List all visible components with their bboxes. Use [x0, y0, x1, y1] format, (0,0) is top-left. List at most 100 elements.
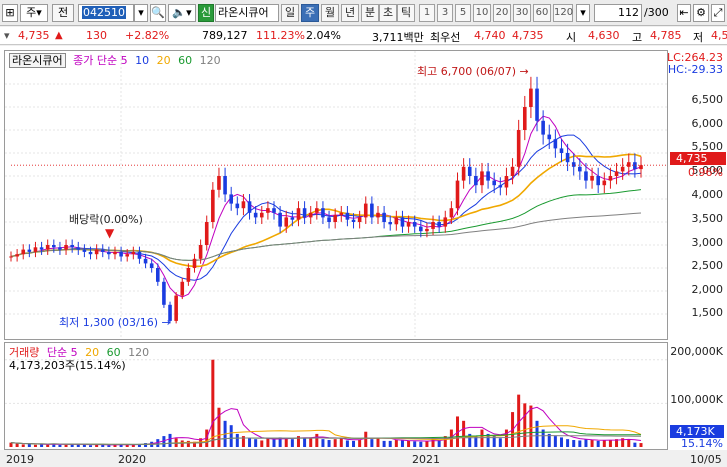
legend-ma20: 20 [156, 54, 171, 67]
credit-badge[interactable]: 신 [198, 4, 214, 22]
candle-body [443, 217, 448, 227]
volume-bar [633, 442, 637, 447]
candle-body [608, 176, 613, 181]
candle-body [357, 217, 362, 222]
period-year-button[interactable]: 년 [341, 4, 359, 22]
candle-body [155, 268, 160, 282]
volume-bar [186, 440, 190, 447]
volume-bar [345, 440, 349, 447]
volume-bar [333, 439, 337, 447]
interval-60-button[interactable]: 60 [533, 4, 551, 22]
candle-body [204, 222, 209, 245]
period-sec-button[interactable]: 초 [379, 4, 397, 22]
price-tick: 2,000 [691, 283, 724, 296]
volume-bar [272, 439, 276, 447]
candle-body [498, 185, 503, 188]
volume-bar [95, 444, 99, 447]
price-chart[interactable] [5, 51, 667, 339]
interval-1-button[interactable]: 1 [419, 4, 435, 22]
interval-10-button[interactable]: 10 [473, 4, 491, 22]
code-input[interactable]: 042510 [78, 4, 134, 22]
fullscreen-icon[interactable]: ⤢ [711, 4, 725, 22]
candle-body [425, 228, 429, 232]
current-volume-pct: 15.14% [681, 437, 723, 450]
interval-3-button[interactable]: 3 [437, 4, 453, 22]
high-value: 4,785 [650, 29, 682, 42]
candle-body [58, 247, 62, 250]
current-price-marker: 4,735 [670, 152, 726, 165]
vol-ma20-line [10, 425, 642, 445]
candle-body [578, 166, 582, 172]
candle-body [412, 222, 417, 227]
volume-bar [504, 429, 508, 447]
volume-bar [358, 440, 362, 447]
candle-body [486, 171, 490, 181]
price-panel[interactable]: 라온시큐어 종가 단순 5 10 20 60 120 최고 6,700 (06/… [4, 50, 668, 340]
interval-20-button[interactable]: 20 [493, 4, 511, 22]
interval-120-button[interactable]: 120 [553, 4, 573, 22]
window-icon[interactable]: ⊞ [2, 4, 18, 22]
period-week-button[interactable]: 주 [301, 4, 319, 22]
price-menu-icon[interactable]: ▾ [4, 29, 10, 42]
period-tick-button[interactable]: 틱 [397, 4, 415, 22]
volume-bar [9, 442, 13, 447]
candle-body [125, 254, 130, 257]
candle-body [45, 245, 50, 250]
candle-body [217, 176, 221, 190]
volume-bar [168, 433, 172, 447]
volume-bar [388, 440, 392, 447]
candle-body [461, 166, 466, 181]
period-min-button[interactable]: 분 [361, 4, 379, 22]
volume-bar [553, 436, 557, 447]
quote-vol-ratio: 111.23% [256, 29, 305, 42]
candle-body [388, 222, 393, 225]
date-label: 2021 [412, 453, 440, 466]
prev-icon[interactable]: ⇤ [677, 4, 691, 22]
legend-ma5: 5 [120, 54, 128, 67]
volume-bar [266, 438, 270, 447]
candle-body [266, 208, 270, 213]
candle-body [339, 212, 344, 216]
candle-body [119, 251, 123, 257]
volume-bar [584, 439, 588, 447]
search-icon[interactable]: 🔍 [150, 4, 166, 22]
volume-bar [309, 437, 313, 447]
market-select[interactable]: 주▾ [20, 4, 48, 22]
quote-amount: 3,711백만 [372, 31, 424, 44]
volume-bar [15, 443, 19, 447]
legend-vol-ma120: 120 [128, 346, 150, 359]
jeon-button[interactable]: 전 [52, 4, 74, 22]
candle-body [241, 201, 246, 209]
date-axis: 2019 2020 2021 10/05 [0, 450, 727, 467]
candle-body [88, 251, 93, 255]
settings-icon[interactable]: ⚙ [693, 4, 709, 22]
date-label: 10/05 [690, 453, 722, 466]
count-input[interactable]: 112 [594, 4, 642, 22]
volume-bar [419, 441, 423, 447]
candle-body [82, 249, 87, 252]
candle-body [370, 203, 374, 218]
annotation-dividend: 배당락(0.00%) [69, 213, 143, 226]
interval-5-button[interactable]: 5 [455, 4, 471, 22]
interval-dropdown-icon[interactable]: ▾ [576, 4, 590, 22]
candle-body [467, 166, 472, 176]
volume-bar [608, 440, 612, 447]
period-month-button[interactable]: 월 [321, 4, 339, 22]
candle-body [308, 212, 313, 218]
quote-price: 4,735 [18, 29, 50, 42]
interval-30-button[interactable]: 30 [513, 4, 531, 22]
legend-stock-name[interactable]: 라온시큐어 [9, 53, 66, 68]
speaker-icon[interactable]: 🔈▾ [168, 4, 196, 22]
market-label: 주 [26, 6, 37, 19]
volume-tick: 200,000K [670, 345, 723, 358]
candle-body [363, 203, 368, 218]
candle-body [449, 208, 454, 218]
code-dropdown-icon[interactable]: ▾ [134, 4, 148, 22]
period-day-button[interactable]: 일 [281, 4, 299, 22]
candle-body [211, 189, 215, 222]
candle-body [535, 88, 539, 121]
candle-body [100, 249, 105, 252]
candle-body [327, 217, 331, 222]
volume-panel[interactable]: 거래량 단순 5 20 60 120 4,173,203주(15.14%) [4, 342, 668, 450]
candle-body [437, 222, 441, 227]
